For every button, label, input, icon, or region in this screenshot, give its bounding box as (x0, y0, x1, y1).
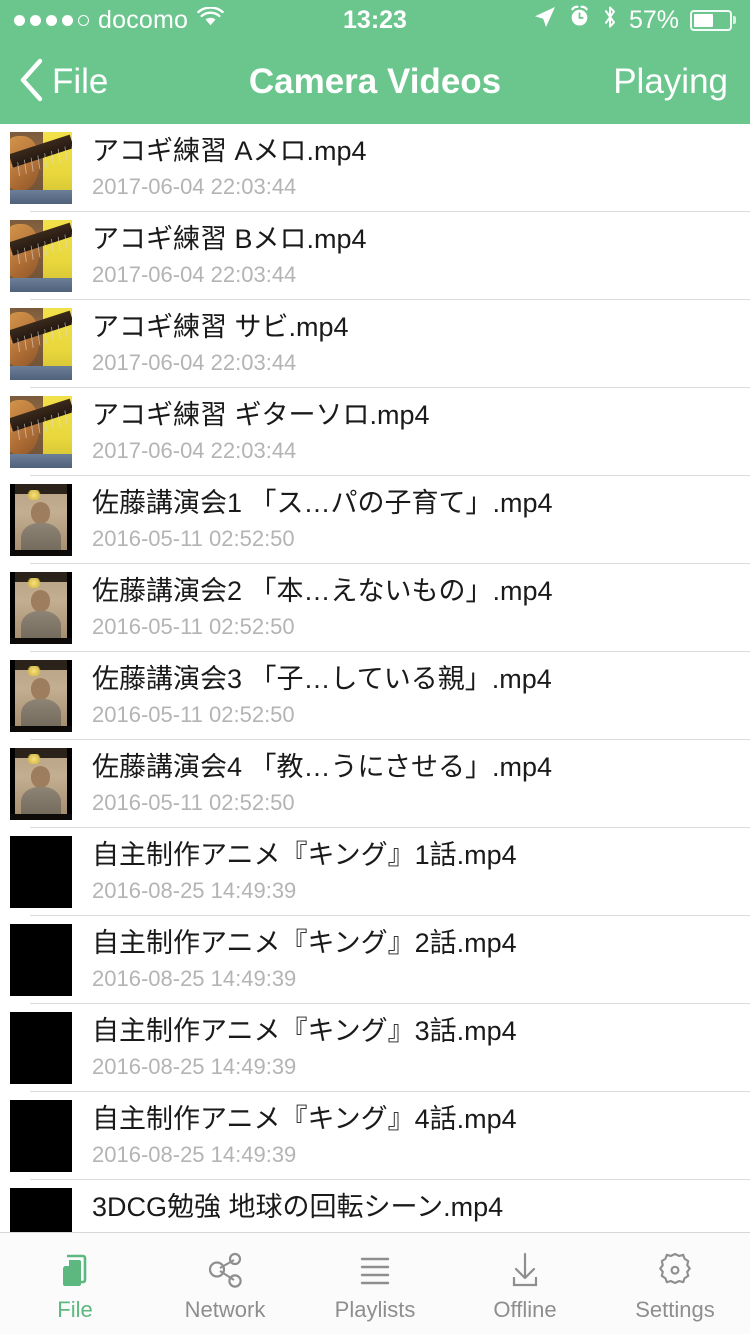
video-item-text: 自主制作アニメ『キング』2話.mp4 2016-08-25 14:49:39 (92, 928, 750, 991)
video-thumbnail (10, 924, 72, 996)
alarm-clock-icon (568, 5, 591, 35)
network-icon (203, 1247, 247, 1293)
video-item-text: アコギ練習 Bメロ.mp4 2017-06-04 22:03:44 (92, 224, 750, 287)
video-title: 佐藤講演会4 「教…うにさせる」.mp4 (92, 752, 553, 783)
playlists-icon (353, 1247, 397, 1293)
video-thumbnail (10, 132, 72, 204)
video-date: 2016-05-11 02:52:50 (92, 790, 295, 816)
tab-playlists[interactable]: Playlists (300, 1233, 450, 1334)
video-thumbnail (10, 220, 72, 292)
video-list-item[interactable]: 佐藤講演会1 「ス…パの子育て」.mp4 2016-05-11 02:52:50 (0, 476, 750, 564)
video-title: 佐藤講演会1 「ス…パの子育て」.mp4 (92, 488, 553, 519)
navigation-bar: File Camera Videos Playing (0, 40, 750, 124)
gear-icon (653, 1247, 697, 1293)
video-date: 2016-05-11 02:52:50 (92, 702, 295, 728)
tab-file-label: File (57, 1296, 93, 1322)
video-list-item[interactable]: 3DCG勉強 地球の回転シーン.mp4 2016-09-11 09:04:07 (0, 1180, 750, 1232)
back-button-label: File (52, 62, 109, 101)
video-title: 自主制作アニメ『キング』4話.mp4 (92, 1104, 517, 1135)
video-list-item[interactable]: 自主制作アニメ『キング』2話.mp4 2016-08-25 14:49:39 (0, 916, 750, 1004)
video-item-text: アコギ練習 ギターソロ.mp4 2017-06-04 22:03:44 (92, 400, 750, 463)
video-list-item[interactable]: 自主制作アニメ『キング』4話.mp4 2016-08-25 14:49:39 (0, 1092, 750, 1180)
battery-icon (690, 9, 736, 31)
video-list-item[interactable]: アコギ練習 サビ.mp4 2017-06-04 22:03:44 (0, 300, 750, 388)
video-date: 2016-09-11 09:04:07 (92, 1230, 738, 1232)
bluetooth-icon (602, 5, 618, 36)
video-item-text: 佐藤講演会1 「ス…パの子育て」.mp4 2016-05-11 02:52:50 (92, 488, 750, 551)
video-list-item[interactable]: 自主制作アニメ『キング』3話.mp4 2016-08-25 14:49:39 (0, 1004, 750, 1092)
video-thumbnail (10, 1100, 72, 1172)
video-title: アコギ練習 Bメロ.mp4 (92, 224, 367, 255)
video-title: 3DCG勉強 地球の回転シーン.mp4 (92, 1192, 504, 1223)
video-title: アコギ練習 ギターソロ.mp4 (92, 400, 430, 431)
video-item-text: 佐藤講演会4 「教…うにさせる」.mp4 2016-05-11 02:52:50 (92, 752, 750, 815)
tab-bar: File Network Playlists Offline Settings (0, 1232, 750, 1334)
video-list-item[interactable]: アコギ練習 Bメロ.mp4 2017-06-04 22:03:44 (0, 212, 750, 300)
video-thumbnail (10, 484, 72, 556)
playing-button[interactable]: Playing (613, 62, 750, 102)
video-date: 2017-06-04 22:03:44 (92, 174, 297, 200)
video-title: アコギ練習 Aメロ.mp4 (92, 136, 367, 167)
tab-settings[interactable]: Settings (600, 1233, 750, 1334)
video-thumbnail (10, 572, 72, 644)
signal-strength-icon (14, 14, 89, 26)
video-item-text: 佐藤講演会2 「本…えないもの」.mp4 2016-05-11 02:52:50 (92, 576, 750, 639)
video-item-text: 3DCG勉強 地球の回転シーン.mp4 2016-09-11 09:04:07 (92, 1192, 750, 1232)
video-item-text: 自主制作アニメ『キング』4話.mp4 2016-08-25 14:49:39 (92, 1104, 750, 1167)
video-date: 2016-08-25 14:49:39 (92, 1054, 297, 1080)
video-thumbnail (10, 308, 72, 380)
video-date: 2016-05-11 02:52:50 (92, 526, 295, 552)
video-title: 佐藤講演会3 「子…している親」.mp4 (92, 664, 552, 695)
video-list-item[interactable]: アコギ練習 Aメロ.mp4 2017-06-04 22:03:44 (0, 124, 750, 212)
video-list[interactable]: アコギ練習 Aメロ.mp4 2017-06-04 22:03:44 アコギ練習 Bメ… (0, 124, 750, 1232)
tab-file[interactable]: File (0, 1233, 150, 1334)
tab-network-label: Network (184, 1296, 266, 1322)
video-date: 2016-08-25 14:49:39 (92, 966, 297, 992)
tab-settings-label: Settings (635, 1296, 715, 1322)
wifi-icon (197, 5, 224, 35)
video-thumbnail (10, 1012, 72, 1084)
video-date: 2017-06-04 22:03:44 (92, 438, 297, 464)
status-bar-right: 57% (533, 5, 736, 36)
status-bar: docomo 13:23 57% (0, 0, 750, 40)
tab-offline-label: Offline (493, 1296, 557, 1322)
video-item-text: アコギ練習 Aメロ.mp4 2017-06-04 22:03:44 (92, 136, 750, 199)
video-date: 2016-08-25 14:49:39 (92, 878, 297, 904)
video-item-text: アコギ練習 サビ.mp4 2017-06-04 22:03:44 (92, 312, 750, 375)
video-item-text: 佐藤講演会3 「子…している親」.mp4 2016-05-11 02:52:50 (92, 664, 750, 727)
tab-network[interactable]: Network (150, 1233, 300, 1334)
video-item-text: 自主制作アニメ『キング』3話.mp4 2016-08-25 14:49:39 (92, 1016, 750, 1079)
video-list-item[interactable]: 佐藤講演会3 「子…している親」.mp4 2016-05-11 02:52:50 (0, 652, 750, 740)
video-thumbnail (10, 396, 72, 468)
video-title: 自主制作アニメ『キング』3話.mp4 (92, 1016, 517, 1047)
app-root: docomo 13:23 57% File Camera Videos Play… (0, 0, 750, 1334)
video-list-item[interactable]: 自主制作アニメ『キング』1話.mp4 2016-08-25 14:49:39 (0, 828, 750, 916)
status-bar-left: docomo (14, 6, 224, 35)
video-title: 自主制作アニメ『キング』1話.mp4 (92, 840, 517, 871)
download-icon (503, 1247, 547, 1293)
tab-playlists-label: Playlists (334, 1296, 416, 1322)
video-title: 佐藤講演会2 「本…えないもの」.mp4 (92, 576, 553, 607)
video-thumbnail (10, 1188, 72, 1232)
video-thumbnail (10, 836, 72, 908)
video-date: 2017-06-04 22:03:44 (92, 262, 297, 288)
file-icon (53, 1247, 97, 1293)
video-list-item[interactable]: アコギ練習 ギターソロ.mp4 2017-06-04 22:03:44 (0, 388, 750, 476)
video-title: 自主制作アニメ『キング』2話.mp4 (92, 928, 517, 959)
video-date: 2016-05-11 02:52:50 (92, 614, 295, 640)
chevron-left-icon (16, 57, 46, 108)
location-arrow-icon (533, 5, 557, 36)
video-item-text: 自主制作アニメ『キング』1話.mp4 2016-08-25 14:49:39 (92, 840, 750, 903)
video-list-item[interactable]: 佐藤講演会2 「本…えないもの」.mp4 2016-05-11 02:52:50 (0, 564, 750, 652)
video-thumbnail (10, 660, 72, 732)
video-date: 2016-08-25 14:49:39 (92, 1142, 297, 1168)
video-date: 2017-06-04 22:03:44 (92, 350, 297, 376)
battery-percent-label: 57% (628, 5, 679, 34)
tab-offline[interactable]: Offline (450, 1233, 600, 1334)
video-title: アコギ練習 サビ.mp4 (92, 312, 349, 343)
video-list-item[interactable]: 佐藤講演会4 「教…うにさせる」.mp4 2016-05-11 02:52:50 (0, 740, 750, 828)
carrier-label: docomo (98, 5, 189, 34)
video-thumbnail (10, 748, 72, 820)
back-button[interactable]: File (0, 57, 108, 108)
